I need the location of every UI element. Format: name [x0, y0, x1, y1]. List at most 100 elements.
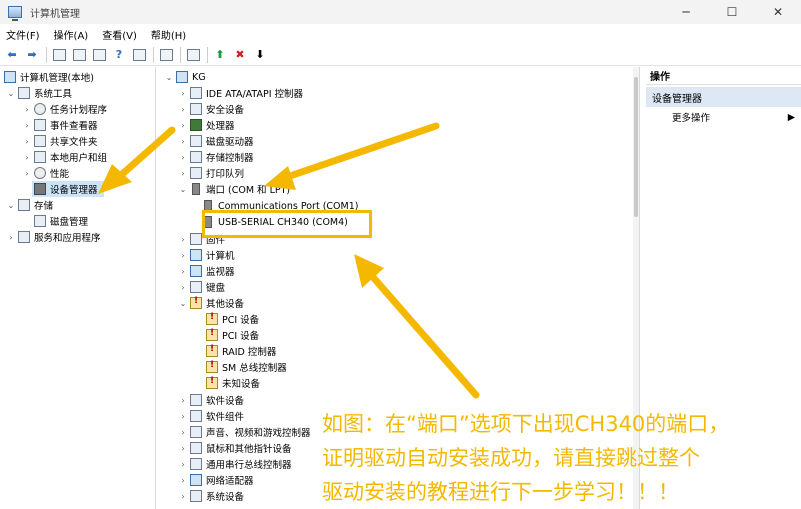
tree-services-apps[interactable]: › 服务和应用程序 — [6, 229, 101, 245]
device-network[interactable]: › 网络适配器 — [178, 472, 254, 488]
forward-arrow-icon[interactable]: ➡ — [24, 47, 40, 63]
chevron-right-icon[interactable]: › — [178, 235, 188, 244]
chevron-right-icon[interactable]: › — [178, 89, 188, 98]
device-security[interactable]: › 安全设备 — [178, 101, 244, 117]
storage-controller-icon — [190, 151, 202, 163]
chevron-right-icon[interactable]: › — [22, 153, 32, 162]
toolbar-separator — [207, 46, 208, 63]
tree-shared-folders[interactable]: › 共享文件夹 — [22, 133, 98, 149]
device-ports[interactable]: ⌄ 端口 (COM 和 LPT) — [178, 181, 290, 197]
chevron-right-icon[interactable]: › — [22, 137, 32, 146]
device-storage-controllers[interactable]: › 存储控制器 — [178, 149, 254, 165]
chevron-right-icon[interactable]: › — [178, 460, 188, 469]
chevron-right-icon[interactable]: › — [178, 121, 188, 130]
device-software-components[interactable]: › 软件组件 — [178, 408, 244, 424]
chevron-right-icon[interactable]: › — [22, 169, 32, 178]
help-icon[interactable]: ? — [111, 47, 127, 63]
toolbar-separator — [153, 46, 154, 63]
event-viewer-icon — [34, 119, 46, 131]
print-icon[interactable] — [158, 47, 174, 63]
chevron-right-icon[interactable]: › — [178, 428, 188, 437]
device-label: PCI 设备 — [222, 331, 260, 342]
back-arrow-icon[interactable]: ⬅ — [4, 47, 20, 63]
device-processor[interactable]: › 处理器 — [178, 117, 235, 133]
chevron-right-icon[interactable]: › — [22, 121, 32, 130]
chevron-right-icon[interactable]: › — [22, 105, 32, 114]
chevron-down-icon[interactable]: ⌄ — [178, 185, 188, 194]
chevron-right-icon[interactable]: › — [178, 412, 188, 421]
update-driver-icon[interactable]: ⬇ — [252, 47, 268, 63]
up-folder-icon[interactable] — [51, 47, 67, 63]
minimize-button[interactable]: ─ — [663, 0, 709, 24]
chevron-right-icon[interactable]: › — [178, 169, 188, 178]
chevron-right-icon[interactable]: › — [178, 396, 188, 405]
chevron-right-icon[interactable]: › — [178, 444, 188, 453]
tree-label: 事件查看器 — [50, 121, 98, 132]
device-monitors[interactable]: › 监视器 — [178, 263, 235, 279]
tree-performance[interactable]: › 性能 — [22, 165, 69, 181]
tree-local-users[interactable]: › 本地用户和组 — [22, 149, 107, 165]
chevron-right-icon[interactable]: › — [178, 137, 188, 146]
device-computer[interactable]: › 计算机 — [178, 247, 235, 263]
chevron-right-icon[interactable]: › — [178, 251, 188, 260]
chevron-right-icon[interactable]: › — [178, 476, 188, 485]
window-title: 计算机管理 — [30, 8, 80, 20]
device-print-queue[interactable]: › 打印队列 — [178, 165, 244, 181]
menu-help[interactable]: 帮助(H) — [151, 27, 186, 42]
tree-disk-management[interactable]: 磁盘管理 — [32, 213, 88, 229]
tree-event-viewer[interactable]: › 事件查看器 — [22, 117, 98, 133]
device-raid[interactable]: RAID 控制器 — [204, 343, 276, 359]
add-driver-icon[interactable]: ⬆ — [212, 47, 228, 63]
device-other[interactable]: ⌄ 其他设备 — [178, 295, 244, 311]
tree-device-manager[interactable]: 设备管理器 — [32, 181, 104, 197]
chevron-down-icon[interactable]: ⌄ — [178, 299, 188, 308]
device-keyboard[interactable]: › 键盘 — [178, 279, 225, 295]
close-button[interactable]: ✕ — [755, 0, 801, 24]
device-unknown[interactable]: 未知设备 — [204, 375, 260, 391]
menu-view[interactable]: 查看(V) — [102, 27, 137, 42]
device-audio[interactable]: › 声音、视频和游戏控制器 — [178, 424, 311, 440]
tree-root[interactable]: 计算机管理(本地) — [2, 69, 94, 85]
chevron-right-icon[interactable]: › — [6, 233, 16, 242]
menu-file[interactable]: 文件(F) — [6, 27, 40, 42]
device-disk-drives[interactable]: › 磁盘驱动器 — [178, 133, 254, 149]
more-actions[interactable]: 更多操作 ▶ — [672, 109, 795, 125]
properties-icon[interactable] — [91, 47, 107, 63]
device-mice[interactable]: › 鼠标和其他指针设备 — [178, 440, 292, 456]
device-label: 软件组件 — [206, 412, 245, 423]
tree-task-scheduler[interactable]: › 任务计划程序 — [22, 101, 107, 117]
maximize-button[interactable]: ☐ — [709, 0, 755, 24]
device-label: 端口 (COM 和 LPT) — [206, 185, 291, 196]
menu-bar: 文件(F) 操作(A) 查看(V) 帮助(H) — [0, 24, 801, 44]
device-smbus[interactable]: SM 总线控制器 — [204, 359, 287, 375]
chevron-right-icon[interactable]: › — [178, 105, 188, 114]
unknown-device-icon — [190, 296, 202, 309]
chevron-down-icon[interactable]: ⌄ — [164, 73, 174, 82]
device-pci-1[interactable]: PCI 设备 — [204, 311, 259, 327]
tree-label: 磁盘管理 — [50, 217, 89, 228]
scrollbar-thumb[interactable] — [634, 77, 638, 217]
device-software-devices[interactable]: › 软件设备 — [178, 392, 244, 408]
chevron-right-icon[interactable]: › — [178, 153, 188, 162]
menu-action[interactable]: 操作(A) — [54, 27, 89, 42]
tree-storage[interactable]: ⌄ 存储 — [6, 197, 53, 213]
actions-section-device-manager[interactable]: 设备管理器 — [646, 87, 801, 107]
device-usb[interactable]: › 通用串行总线控制器 — [178, 456, 292, 472]
device-ide[interactable]: › IDE ATA/ATAPI 控制器 — [178, 85, 303, 101]
pane-icon[interactable] — [131, 47, 147, 63]
chevron-right-icon[interactable]: › — [178, 492, 188, 501]
device-root[interactable]: ⌄ KG — [164, 69, 206, 85]
scan-hardware-icon[interactable] — [185, 47, 201, 63]
tree-system-tools[interactable]: ⌄ 系统工具 — [6, 85, 72, 101]
warning-icon — [206, 312, 218, 325]
chevron-down-icon[interactable]: ⌄ — [6, 201, 16, 210]
uninstall-icon[interactable]: ✖ — [232, 47, 248, 63]
storage-icon — [18, 199, 30, 211]
device-label: 声音、视频和游戏控制器 — [206, 428, 311, 439]
chevron-right-icon[interactable]: › — [178, 283, 188, 292]
chevron-down-icon[interactable]: ⌄ — [6, 89, 16, 98]
console-tree-icon[interactable] — [71, 47, 87, 63]
device-pci-2[interactable]: PCI 设备 — [204, 327, 259, 343]
device-system[interactable]: › 系统设备 — [178, 488, 244, 504]
chevron-right-icon[interactable]: › — [178, 267, 188, 276]
